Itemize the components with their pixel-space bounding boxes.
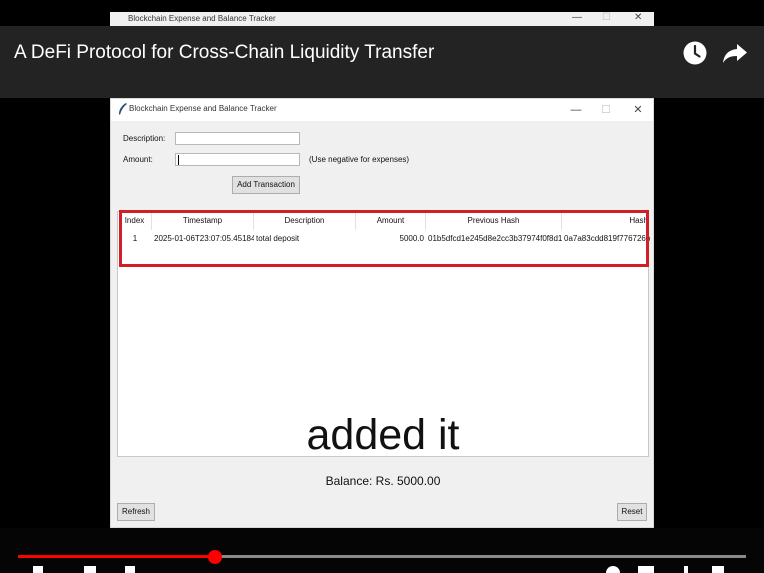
refresh-button[interactable]: Refresh — [117, 503, 155, 521]
amount-field[interactable] — [175, 153, 300, 166]
autoplay-toggle-icon[interactable] — [606, 566, 620, 573]
background-window-title: Blockchain Expense and Balance Tracker — [128, 14, 276, 23]
background-window-titlebar: Blockchain Expense and Balance Tracker —… — [110, 12, 654, 26]
play-icon[interactable] — [33, 566, 43, 573]
video-title[interactable]: A DeFi Protocol for Cross-Chain Liquidit… — [14, 42, 434, 64]
close-button[interactable]: ✕ — [623, 101, 653, 119]
watch-later-icon[interactable] — [682, 40, 708, 66]
volume-icon[interactable] — [125, 566, 135, 573]
fullscreen-icon[interactable] — [712, 566, 724, 573]
maximize-button[interactable]: ☐ — [591, 101, 621, 119]
video-caption: added it — [306, 411, 460, 459]
background-maximize-icon: ☐ — [602, 12, 611, 23]
window-titlebar: Blockchain Expense and Balance Tracker —… — [111, 99, 653, 121]
add-transaction-button[interactable]: Add Transaction — [232, 176, 300, 194]
highlight-box — [119, 210, 649, 267]
progress-bar-played — [18, 555, 215, 558]
captions-icon[interactable] — [638, 566, 654, 573]
feather-icon — [119, 103, 127, 115]
amount-hint: (Use negative for expenses) — [309, 155, 410, 164]
share-icon[interactable] — [722, 42, 748, 64]
minimize-button[interactable]: — — [561, 101, 591, 119]
background-close-icon: ✕ — [634, 12, 643, 23]
reset-button[interactable]: Reset — [617, 503, 647, 521]
window-title: Blockchain Expense and Balance Tracker — [129, 104, 277, 113]
amount-label: Amount: — [123, 155, 153, 164]
scrubber-handle[interactable] — [208, 550, 222, 564]
app-window: Blockchain Expense and Balance Tracker —… — [110, 98, 654, 528]
balance-label: Balance: Rs. 5000.00 — [325, 474, 441, 488]
background-minimize-icon: — — [572, 12, 582, 23]
text-cursor — [178, 155, 179, 165]
description-label: Description: — [123, 134, 166, 143]
next-icon[interactable] — [84, 566, 96, 573]
description-field[interactable] — [175, 132, 300, 145]
settings-icon[interactable] — [684, 566, 688, 573]
